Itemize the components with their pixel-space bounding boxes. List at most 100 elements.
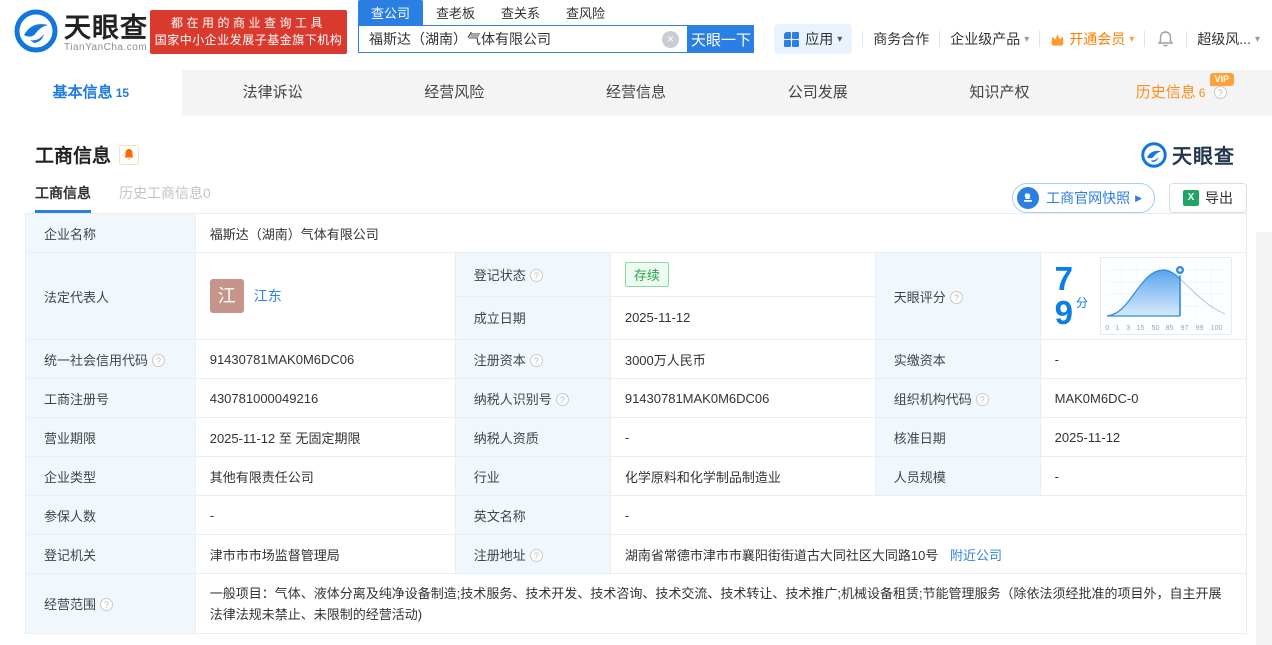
tianyancha-logo[interactable]: 天眼查 TianYanCha.com	[14, 9, 148, 58]
score-distribution-chart: 01 3 15 50 85 97 99 100	[1100, 257, 1232, 335]
legal-rep-cell: 江 江东	[194, 252, 456, 340]
table-row: 登记机关 津市市市场监督管理局 注册地址? 湖南省常德市津市市襄阳街街道古大同社…	[25, 534, 1248, 574]
search-tab-boss[interactable]: 查老板	[423, 0, 488, 25]
taxpayer-quality-label: 纳税人资质	[454, 417, 611, 457]
legal-rep-link[interactable]: 江东	[254, 286, 282, 306]
tab-basic-info[interactable]: 基本信息 15	[0, 70, 182, 116]
reg-number-value: 430781000049216	[194, 378, 456, 418]
help-icon[interactable]: ?	[529, 353, 543, 367]
menu-enterprise-products[interactable]: 企业级产品 ▾	[950, 29, 1029, 49]
brand-title: 天眼查	[1172, 146, 1235, 168]
reg-capital-value: 3000万人民币	[609, 339, 876, 379]
business-term-label: 营业期限	[25, 417, 196, 457]
subtab-business-info[interactable]: 工商信息	[35, 183, 91, 213]
logo-title: 天眼查	[64, 13, 148, 43]
score-unit: 分	[1075, 295, 1088, 310]
company-type-label: 企业类型	[25, 456, 196, 496]
menu-business-cooperation[interactable]: 商务合作	[873, 29, 929, 49]
paid-capital-value: -	[1039, 339, 1248, 379]
taxpayer-id-value: 91430781MAK0M6DC06	[609, 378, 876, 418]
legal-rep-avatar[interactable]: 江	[209, 279, 244, 313]
divider	[862, 31, 864, 47]
staff-size-value: -	[1039, 456, 1248, 496]
english-name-value: -	[609, 495, 1248, 535]
score-label: 天眼评分?	[874, 252, 1041, 340]
divider	[1039, 31, 1041, 47]
industry-value: 化学原料和化学制品制造业	[609, 456, 876, 496]
score-number: 79	[1054, 260, 1073, 331]
help-icon[interactable]: ?	[1213, 86, 1227, 99]
logo-domain: TianYanCha.com	[64, 42, 148, 53]
tab-intellectual-property[interactable]: 知识产权	[909, 70, 1091, 116]
apps-label: 应用	[805, 31, 834, 47]
org-code-label: 组织机构代码?	[874, 378, 1041, 418]
tab-company-development[interactable]: 公司发展	[727, 70, 909, 116]
menu-open-vip[interactable]: 开通会员 ▾	[1050, 29, 1134, 49]
subscribe-bell-icon[interactable]	[119, 144, 140, 165]
establish-date-value: 2025-11-12	[609, 295, 876, 340]
reg-status-label: 登记状态?	[454, 252, 611, 297]
table-row: 企业类型 其他有限责任公司 行业 化学原料和化学制品制造业 人员规模 -	[25, 456, 1248, 496]
english-name-label: 英文名称	[454, 495, 611, 535]
business-scope-value: 一般项目：气体、液体分离及纯净设备制造;技术服务、技术开发、技术咨询、技术交流、…	[194, 573, 1248, 634]
main-content: 工商信息 天眼查 工商信息 历史工商信息0 工商官网快照 ▶ X 导出 企业名称…	[0, 116, 1272, 645]
org-code-value: MAK0M6DC-0	[1039, 378, 1248, 418]
approval-date-value: 2025-11-12	[1039, 417, 1248, 457]
reg-authority-label: 登记机关	[25, 534, 196, 574]
chevron-down-icon: ▾	[1024, 33, 1030, 45]
clear-search-icon[interactable]: ×	[662, 31, 679, 48]
reg-capital-label: 注册资本?	[454, 339, 611, 379]
help-icon[interactable]: ?	[529, 268, 543, 282]
section-brand-logo: 天眼查	[1141, 140, 1235, 169]
menu-super-risk[interactable]: 超级风... ▾	[1197, 29, 1260, 49]
chevron-down-icon: ▾	[837, 33, 843, 45]
table-row: 统一社会信用代码? 91430781MAK0M6DC06 注册资本? 3000万…	[25, 339, 1248, 379]
table-row: 企业名称 福斯达（湖南）气体有限公司	[25, 213, 1248, 253]
search-tab-risk[interactable]: 查风险	[553, 0, 618, 25]
search-submit-button[interactable]: 天眼一下	[688, 25, 754, 53]
reg-authority-value: 津市市市场监督管理局	[194, 534, 456, 574]
divider	[1186, 31, 1188, 47]
tab-operation-info[interactable]: 经营信息	[545, 70, 727, 116]
establish-date-label: 成立日期	[454, 295, 611, 340]
search-box: ×	[358, 25, 688, 53]
scrollbar-gutter[interactable]	[1256, 232, 1272, 645]
search-tab-company[interactable]: 查公司	[358, 0, 424, 25]
help-icon[interactable]: ?	[949, 290, 963, 304]
header-menu: 应用 ▾ 商务合作 企业级产品 ▾ 开通会员 ▾ 超级风... ▾	[774, 24, 1260, 54]
help-icon[interactable]: ?	[152, 353, 166, 367]
subtab-history-business-info[interactable]: 历史工商信息0	[119, 183, 211, 213]
arrow-right-icon: ▶	[1135, 192, 1142, 203]
search-tab-relation[interactable]: 查关系	[488, 0, 553, 25]
notification-bell-icon[interactable]	[1155, 30, 1176, 48]
crown-icon	[1050, 33, 1065, 46]
insured-count-value: -	[194, 495, 456, 535]
divider	[939, 31, 941, 47]
apps-menu[interactable]: 应用 ▾	[774, 24, 853, 54]
help-icon[interactable]: ?	[975, 392, 989, 406]
search-input[interactable]	[359, 26, 687, 52]
promo-line2: 国家中小企业发展子基金旗下机构	[154, 33, 343, 47]
search-tabs: 查公司 查老板 查关系 查风险	[358, 0, 754, 25]
table-row: 经营范围? 一般项目：气体、液体分离及纯净设备制造;技术服务、技术开发、技术咨询…	[25, 573, 1248, 634]
promo-banner[interactable]: 都在用的商业查询工具 国家中小企业发展子基金旗下机构	[150, 10, 347, 54]
taxpayer-id-label: 纳税人识别号?	[454, 378, 611, 418]
tab-operation-risk[interactable]: 经营风险	[363, 70, 545, 116]
export-button[interactable]: X 导出	[1169, 183, 1247, 213]
table-row: 营业期限 2025-11-12 至 无固定期限 纳税人资质 - 核准日期 202…	[25, 417, 1248, 457]
help-icon[interactable]: ?	[555, 392, 569, 406]
tianyancha-swirl-icon	[1141, 141, 1167, 168]
help-icon[interactable]: ?	[100, 598, 114, 611]
help-icon[interactable]: ?	[529, 548, 543, 562]
top-header: 天眼查 TianYanCha.com 都在用的商业查询工具 国家中小企业发展子基…	[0, 0, 1272, 70]
tab-count: 15	[115, 86, 130, 100]
taxpayer-quality-value: -	[609, 417, 876, 457]
official-snapshot-button[interactable]: 工商官网快照 ▶	[1012, 183, 1155, 213]
industry-label: 行业	[454, 456, 611, 496]
tab-history-info[interactable]: VIP 历史信息 6 ?	[1090, 70, 1272, 116]
tab-legal-proceedings[interactable]: 法律诉讼	[182, 70, 364, 116]
search-area: 查公司 查老板 查关系 查风险 × 天眼一下	[358, 0, 754, 53]
nearby-companies-link[interactable]: 附近公司	[950, 548, 1002, 563]
excel-icon: X	[1183, 190, 1199, 206]
status-badge: 存续	[624, 261, 669, 287]
